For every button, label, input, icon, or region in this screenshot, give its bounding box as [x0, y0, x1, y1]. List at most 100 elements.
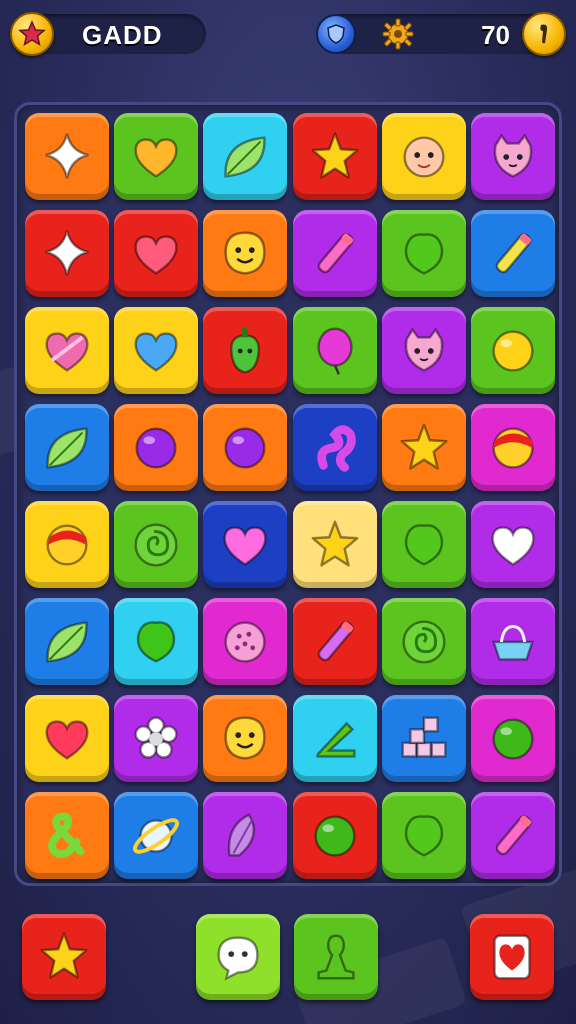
tile[interactable] [203, 307, 288, 394]
squiggle-icon [316, 424, 356, 472]
swirl-icon [402, 619, 446, 664]
tile[interactable] [114, 695, 199, 782]
triangle-icon [315, 721, 356, 758]
tile[interactable] [470, 792, 555, 879]
leaf-blob-icon [404, 814, 443, 857]
tile[interactable] [114, 113, 199, 200]
heart-icon [134, 137, 178, 178]
tile[interactable] [114, 792, 199, 879]
pawn-icon [317, 934, 355, 980]
tile[interactable] [203, 598, 288, 685]
score-value: 70 [481, 20, 510, 50]
tile[interactable] [381, 598, 466, 685]
leaf-icon [46, 620, 88, 663]
tile[interactable] [381, 210, 466, 297]
heart-card-icon [493, 934, 531, 980]
tile[interactable] [381, 404, 466, 491]
star-icon [311, 520, 359, 567]
card-button[interactable] [470, 914, 554, 1000]
candy-ball-icon [46, 523, 88, 566]
tile[interactable] [470, 598, 555, 685]
tile[interactable] [203, 404, 288, 491]
tile[interactable] [381, 792, 466, 879]
tile[interactable] [381, 501, 466, 588]
tile[interactable] [292, 404, 377, 491]
tile[interactable] [25, 501, 109, 588]
sparkle-star-icon [45, 133, 89, 179]
heart-icon [134, 234, 178, 275]
heart-icon [223, 525, 267, 566]
leaf-icon [224, 135, 266, 178]
tile[interactable] [25, 113, 109, 200]
tile[interactable] [114, 598, 199, 685]
pepper-icon [230, 327, 261, 373]
tile[interactable] [470, 307, 555, 394]
tile[interactable] [292, 501, 377, 588]
pawn-button[interactable] [294, 914, 378, 1000]
tile[interactable] [203, 210, 288, 297]
tile[interactable] [114, 210, 199, 297]
pencil-icon [495, 232, 532, 273]
tile[interactable] [470, 404, 555, 491]
tile[interactable] [470, 113, 555, 200]
ball-icon [224, 426, 266, 469]
tile[interactable] [381, 113, 466, 200]
star-coin-icon[interactable] [10, 12, 54, 56]
balloon-icon [316, 327, 353, 375]
leaf-blob-icon [404, 523, 443, 566]
chat-button[interactable] [196, 914, 280, 1000]
leaf-blob-icon [404, 232, 443, 275]
star-icon [311, 132, 359, 179]
tile[interactable] [25, 598, 109, 685]
tile[interactable] [292, 598, 377, 685]
tile[interactable] [381, 695, 466, 782]
tile[interactable] [292, 113, 377, 200]
top-hud: GADD 70 [10, 12, 566, 58]
tile[interactable] [470, 695, 555, 782]
tile[interactable] [203, 695, 288, 782]
cat-face-icon [493, 133, 533, 178]
swirl-icon [134, 522, 178, 567]
star-icon [40, 932, 88, 979]
chat-bubble-icon [217, 936, 259, 981]
star-button[interactable] [22, 914, 106, 1000]
tile[interactable] [203, 113, 288, 200]
ball-icon [492, 717, 534, 760]
candy-ball-icon [492, 426, 534, 469]
tile[interactable] [292, 210, 377, 297]
leaf-blob-icon [137, 620, 176, 663]
tile[interactable] [292, 792, 377, 879]
planet-icon [133, 817, 180, 854]
tile[interactable] [470, 210, 555, 297]
tile[interactable] [381, 307, 466, 394]
tile[interactable] [25, 792, 109, 879]
tile[interactable] [25, 695, 109, 782]
heart-icon [45, 719, 89, 760]
cookie-icon [224, 620, 266, 663]
sparkle-star-icon [45, 230, 89, 276]
tile[interactable] [114, 404, 199, 491]
ampersand-icon [48, 812, 85, 858]
game-board [14, 102, 562, 886]
gear-icon[interactable] [382, 18, 414, 50]
ball-icon [314, 814, 356, 857]
pin-coin-icon[interactable] [522, 12, 566, 56]
tile[interactable] [203, 501, 288, 588]
tile[interactable] [292, 307, 377, 394]
tile[interactable] [470, 501, 555, 588]
tile[interactable] [25, 210, 109, 297]
pencil-icon [495, 814, 532, 855]
blocks-icon [401, 716, 447, 758]
pencil-icon [317, 620, 354, 661]
smiley-icon [224, 231, 266, 275]
tile[interactable] [25, 404, 109, 491]
tile[interactable] [25, 307, 109, 394]
shield-badge-icon[interactable] [316, 14, 356, 54]
cat-face-icon [404, 327, 443, 372]
pencil-icon [317, 232, 354, 273]
tile[interactable] [203, 792, 288, 879]
leaf-icon [46, 426, 88, 469]
tile[interactable] [114, 501, 199, 588]
tile[interactable] [292, 695, 377, 782]
tile[interactable] [114, 307, 199, 394]
